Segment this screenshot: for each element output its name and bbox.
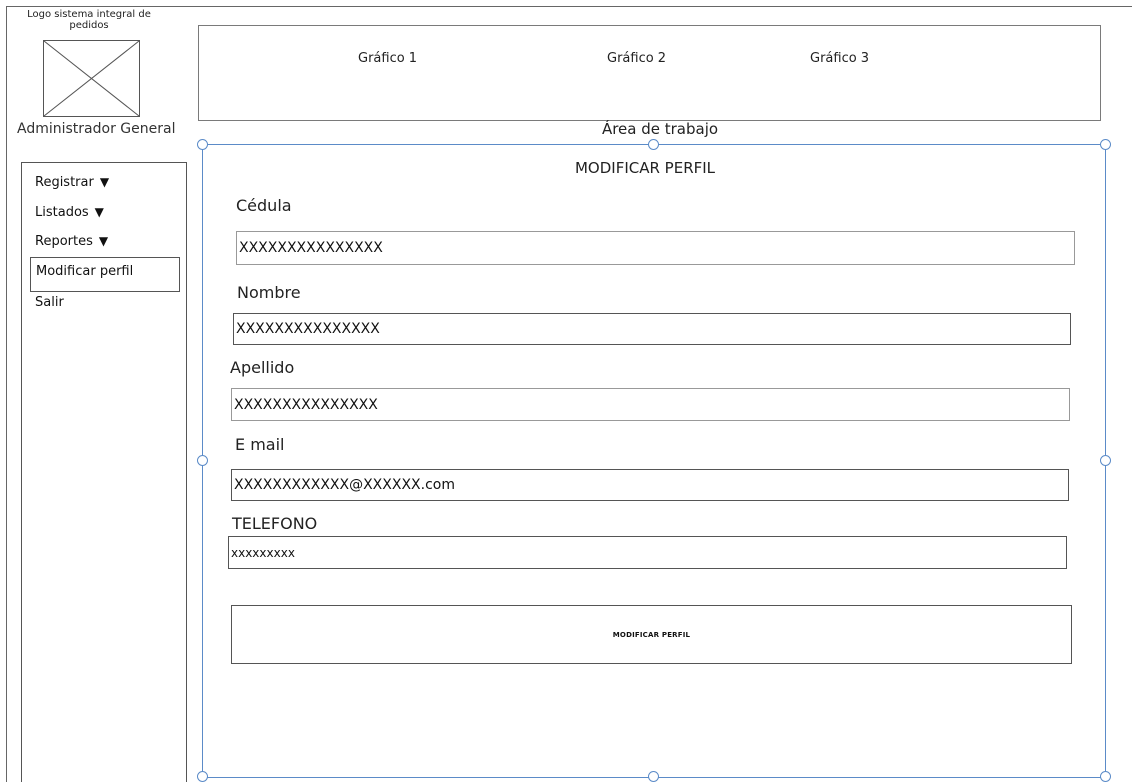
sidebar-item-reportes[interactable]: Reportes ▼ <box>35 234 108 249</box>
cedula-field[interactable]: XXXXXXXXXXXXXXX <box>236 231 1075 265</box>
sidebar-item-label: Listados <box>35 205 89 220</box>
chart-1-label[interactable]: Gráfico 1 <box>358 51 417 66</box>
nombre-field[interactable]: XXXXXXXXXXXXXXX <box>233 313 1071 345</box>
resize-handle-left[interactable] <box>197 455 208 466</box>
resize-handle-bottom-left[interactable] <box>197 771 208 782</box>
email-label: E mail <box>235 435 285 454</box>
resize-handle-top[interactable] <box>648 139 659 150</box>
resize-handle-bottom[interactable] <box>648 771 659 782</box>
sidebar-item-registrar[interactable]: Registrar ▼ <box>35 175 109 190</box>
sidebar-item-modificar-perfil[interactable]: Modificar perfil <box>30 257 180 292</box>
resize-handle-top-left[interactable] <box>197 139 208 150</box>
modificar-perfil-button[interactable]: MODIFICAR PERFIL <box>231 605 1072 664</box>
sidebar-item-label: Salir <box>35 295 64 310</box>
email-field[interactable]: XXXXXXXXXXXX@XXXXXX.com <box>231 469 1069 501</box>
chart-2-label[interactable]: Gráfico 2 <box>607 51 666 66</box>
sidebar-menu: Registrar ▼ Listados ▼ Reportes ▼ Modificar… <box>21 162 187 782</box>
telefono-field[interactable]: xxxxxxxxx <box>228 536 1067 569</box>
telefono-label: TELEFONO <box>232 514 318 533</box>
sidebar-item-label: Reportes <box>35 234 93 249</box>
apellido-field[interactable]: XXXXXXXXXXXXXXX <box>231 388 1070 421</box>
sidebar-item-label: Registrar <box>35 175 94 190</box>
logo-caption-line1: Logo sistema integral de <box>27 9 151 20</box>
logo-caption-line2: pedidos <box>69 20 109 31</box>
logo-caption: Logo sistema integral de pedidos <box>14 9 164 31</box>
sidebar-item-label: Modificar perfil <box>36 264 134 279</box>
work-area-label: Área de trabajo <box>601 120 719 138</box>
nombre-label: Nombre <box>237 283 301 302</box>
caret-down-icon: ▼ <box>98 234 109 248</box>
chart-3-label[interactable]: Gráfico 3 <box>810 51 869 66</box>
sidebar-item-listados[interactable]: Listados ▼ <box>35 205 104 220</box>
resize-handle-top-right[interactable] <box>1100 139 1111 150</box>
resize-handle-right[interactable] <box>1100 455 1111 466</box>
resize-handle-bottom-right[interactable] <box>1100 771 1111 782</box>
apellido-label: Apellido <box>230 358 295 377</box>
sidebar-item-salir[interactable]: Salir <box>35 295 64 310</box>
caret-down-icon: ▼ <box>99 175 110 189</box>
caret-down-icon: ▼ <box>94 205 104 219</box>
user-role-label: Administrador General <box>17 121 176 137</box>
charts-panel <box>198 25 1101 121</box>
cedula-label: Cédula <box>236 196 292 215</box>
image-placeholder-icon <box>43 40 140 117</box>
form-title: MODIFICAR PERFIL <box>574 159 716 177</box>
